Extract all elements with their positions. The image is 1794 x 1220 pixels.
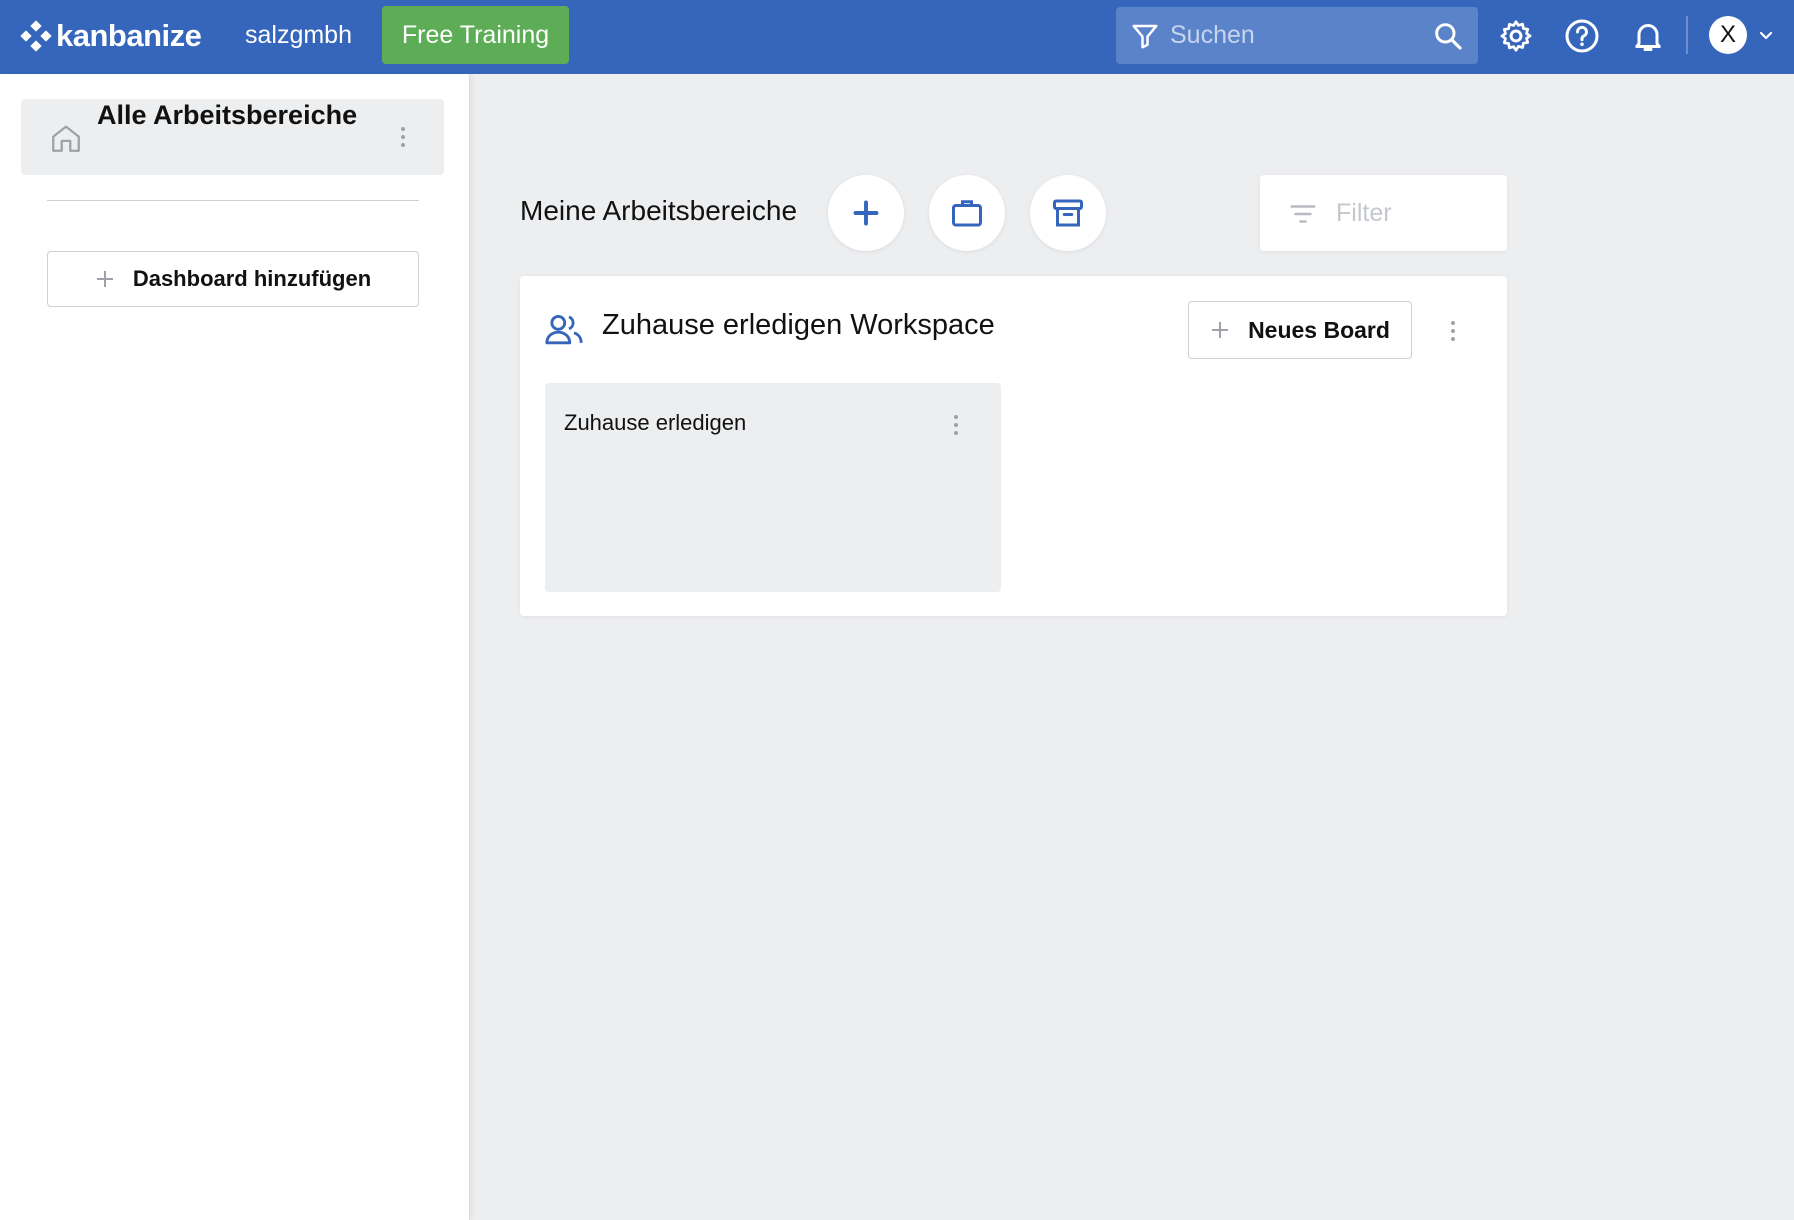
plus-icon [1212,322,1229,338]
people-icon [545,315,583,345]
page-title: Meine Arbeitsbereiche [520,195,798,226]
top-bar: kanbanize salzgmbh Free Training X [0,0,1794,74]
org-name[interactable]: salzgmbh [245,18,352,52]
kanbanize-logo[interactable]: kanbanize [20,16,202,56]
new-board-button[interactable]: Neues Board [1188,301,1412,359]
search-icon[interactable] [1432,20,1464,52]
archive-icon [1053,199,1083,227]
add-workspace-button[interactable] [828,175,904,251]
plus-icon [853,200,879,226]
free-training-button[interactable]: Free Training [382,6,569,64]
sidebar-divider [47,200,419,201]
add-dashboard-label: Dashboard hinzufügen [132,266,372,291]
avatar[interactable]: X [1709,16,1747,54]
kebab-icon[interactable] [951,413,961,437]
plus-icon [96,271,113,287]
board-name: Zuhause erledigen [564,410,747,435]
add-dashboard-button[interactable]: Dashboard hinzufügen [47,251,419,307]
kanbanize-logo-icon [20,20,52,52]
workspace-title: Zuhause erledigen Workspace [602,309,995,341]
workspace-card: Zuhause erledigen Workspace Neues Board … [520,276,1507,616]
briefcase-icon [952,200,982,227]
gear-icon[interactable] [1498,18,1534,54]
filter-funnel-icon[interactable] [1130,21,1160,51]
new-board-label: Neues Board [1248,316,1390,343]
kebab-icon[interactable] [398,125,408,149]
sidebar-item-label: Alle Arbeitsbereiche [97,100,358,130]
filter-input[interactable] [1336,175,1496,251]
sidebar-item-all-workspaces[interactable]: Alle Arbeitsbereiche [21,99,444,175]
workspace-manage-button[interactable] [929,175,1005,251]
search-box [1116,7,1478,64]
home-icon [52,125,80,152]
logo-text: kanbanize [56,18,202,53]
filter-lines-icon [1290,205,1316,223]
sidebar: Alle Arbeitsbereiche Dashboard hinzufüge… [0,74,470,1220]
bell-icon[interactable] [1630,18,1666,54]
archive-button[interactable] [1030,175,1106,251]
filter-box [1260,175,1507,251]
topbar-divider [1686,16,1688,54]
board-tile[interactable]: Zuhause erledigen [545,383,1001,592]
help-icon[interactable] [1564,18,1600,54]
kebab-icon[interactable] [1448,319,1458,343]
search-input[interactable] [1170,7,1420,64]
chevron-down-icon[interactable] [1756,26,1776,46]
